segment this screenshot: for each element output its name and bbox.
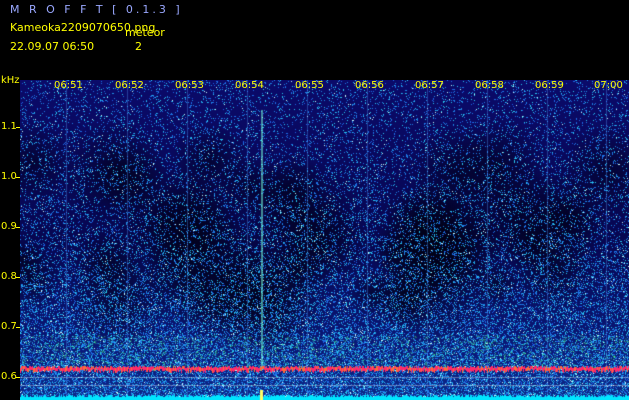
freq-tick-label: 0.6 bbox=[1, 371, 17, 382]
freq-tick-label: 1.1 bbox=[1, 121, 17, 132]
freq-tick bbox=[16, 227, 20, 228]
header-panel: M R O F F T [ 0.1.3 ] Kameoka2209070650.… bbox=[0, 0, 629, 75]
time-tick-label: 06:53 bbox=[175, 80, 204, 91]
freq-tick-label: 0.8 bbox=[1, 271, 17, 282]
freq-tick-label: 0.9 bbox=[1, 221, 17, 232]
freq-tick bbox=[16, 377, 20, 378]
time-tick-label: 06:55 bbox=[295, 80, 324, 91]
freq-tick bbox=[16, 127, 20, 128]
freq-tick-label: 0.7 bbox=[1, 321, 17, 332]
time-tick-label: 06:56 bbox=[355, 80, 384, 91]
time-tick-label: 07:00 bbox=[594, 80, 623, 91]
time-tick-label: 06:54 bbox=[235, 80, 264, 91]
time-tick-label: 06:57 bbox=[415, 80, 444, 91]
freq-tick-label: 1.0 bbox=[1, 171, 17, 182]
time-tick-label: 06:59 bbox=[535, 80, 564, 91]
time-tick-label: 06:58 bbox=[475, 80, 504, 91]
meteor-label: meteor bbox=[125, 26, 165, 39]
spectrogram bbox=[20, 80, 629, 400]
freq-tick bbox=[16, 277, 20, 278]
time-tick-label: 06:51 bbox=[54, 80, 83, 91]
freq-tick bbox=[16, 177, 20, 178]
date-time: 22.09.07 06:50 bbox=[10, 40, 95, 53]
app-title: M R O F F T [ 0.1.3 ] bbox=[10, 3, 183, 16]
meteor-count: 2 bbox=[135, 40, 142, 53]
frequency-unit-label: kHz bbox=[1, 75, 20, 86]
freq-tick bbox=[16, 327, 20, 328]
time-tick-label: 06:52 bbox=[115, 80, 144, 91]
